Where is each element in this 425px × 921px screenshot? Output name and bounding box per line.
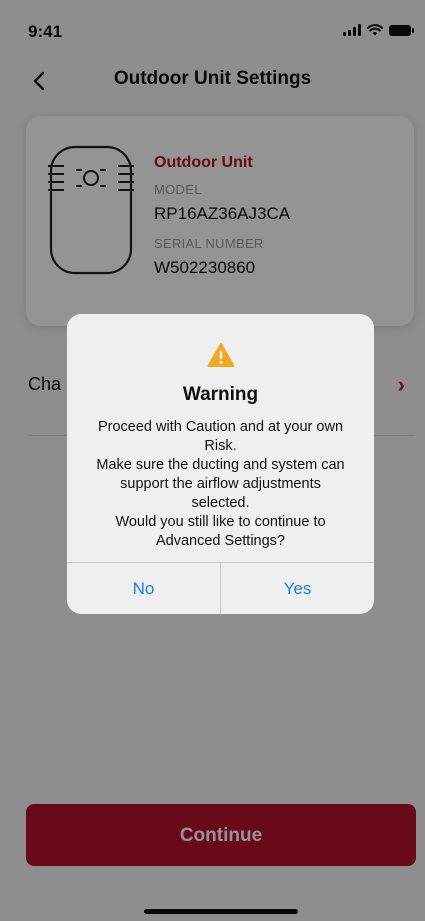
alert-message-line: Risk. bbox=[204, 438, 237, 454]
no-button[interactable]: No bbox=[67, 563, 220, 614]
alert-title: Warning bbox=[182, 384, 259, 405]
alert-icon-wrapper bbox=[67, 342, 374, 368]
alert-message-line: Proceed with Caution and at your own bbox=[97, 419, 344, 435]
alert-message-line: Make sure the ducting and system can bbox=[96, 457, 345, 473]
yes-button[interactable]: Yes bbox=[221, 563, 374, 614]
alert-message-line: Advanced Settings? bbox=[156, 533, 285, 549]
alert-message-line: support the airflow adjustments bbox=[120, 476, 321, 492]
warning-icon bbox=[207, 343, 234, 367]
alert-message-line: selected. bbox=[191, 495, 250, 511]
warning-alert-dialog: Warning Proceed with Caution and at your… bbox=[67, 314, 374, 614]
alert-message-line: Would you still like to continue to bbox=[115, 514, 326, 530]
alert-message: Proceed with Caution and at your own Ris… bbox=[85, 418, 356, 551]
